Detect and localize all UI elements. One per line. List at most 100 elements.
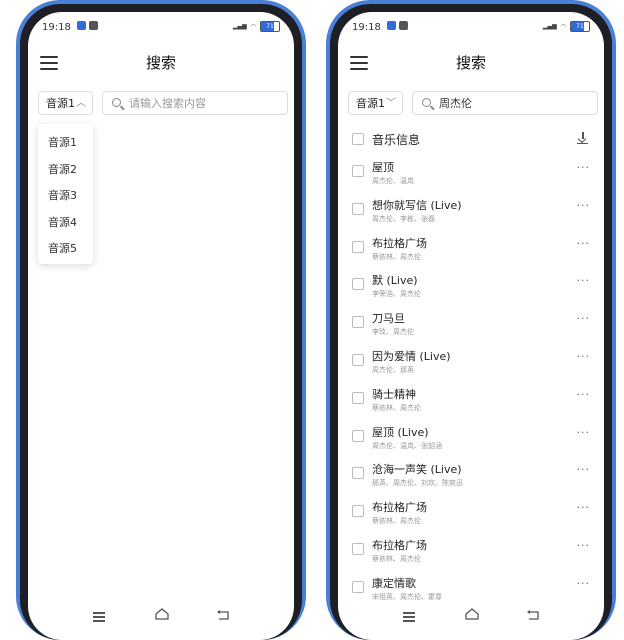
dropdown-option[interactable]: 音源4	[38, 210, 93, 237]
more-icon[interactable]: ···	[577, 161, 591, 174]
more-icon[interactable]: ···	[577, 463, 591, 476]
song-artist: 周杰伦、温岚、张韶涵	[372, 441, 442, 450]
more-icon[interactable]: ···	[577, 388, 591, 401]
song-row[interactable]: 布拉格广场 蔡依林、周杰伦 ···	[338, 535, 604, 571]
more-icon[interactable]: ···	[577, 312, 591, 325]
song-title: 刀马旦	[372, 312, 405, 326]
screen-left: 19:18 ▂▄▆ ◠ 71 搜索 音源1 ︿ 请输入搜索内容 音源1 音源2 …	[28, 12, 294, 640]
song-checkbox[interactable]	[352, 543, 364, 555]
dropdown-option[interactable]: 音源3	[38, 183, 93, 210]
more-icon[interactable]: ···	[577, 539, 591, 552]
song-artist: 周杰伦、那英	[372, 366, 414, 374]
app-notification-icon	[77, 21, 86, 30]
battery-level: 71	[266, 23, 274, 30]
nav-back-icon[interactable]	[216, 610, 230, 620]
song-artist: 那英、周杰伦、刘欢、陈奕迅	[372, 479, 463, 488]
song-artist: 蔡依林、周杰伦	[372, 403, 421, 412]
song-checkbox[interactable]	[352, 505, 364, 518]
list-header: 音乐信息	[338, 130, 604, 150]
phone-left: 19:18 ▂▄▆ ◠ 71 搜索 音源1 ︿ 请输入搜索内容 音源1 音源2 …	[16, 0, 306, 640]
song-row[interactable]: 因为爱情 (Live) 周杰伦、那英 ···	[338, 346, 604, 382]
song-checkbox[interactable]	[352, 467, 364, 480]
battery-icon: 71	[570, 21, 590, 32]
song-checkbox[interactable]	[352, 165, 364, 177]
dropdown-option[interactable]: 音源1	[38, 130, 93, 157]
song-title: 布拉格广场	[372, 539, 427, 552]
dropdown-option[interactable]: 音源5	[38, 236, 93, 263]
system-nav-bar	[28, 608, 294, 628]
source-select-value: 音源1	[46, 97, 75, 110]
nav-menu-icon[interactable]	[93, 612, 105, 624]
song-artist: 周杰伦、温岚	[372, 177, 414, 185]
song-artist: 蔡依林、周杰伦	[372, 252, 421, 261]
status-right: ▂▄▆ ◠ 71	[233, 21, 280, 32]
phone-bezel: 19:18 ▂▄▆ ◠ 71 搜索 音源	[330, 4, 612, 640]
nav-home-icon[interactable]	[154, 608, 170, 620]
song-title: 布拉格广场	[372, 236, 427, 250]
wifi-icon: ◠	[560, 23, 566, 30]
app-notification-icon	[387, 21, 396, 30]
song-title: 屋顶	[372, 161, 394, 174]
song-row[interactable]: 骑士精神蔡依林、周杰伦 ···	[338, 384, 604, 420]
song-title: 想你就写信 (Live)	[372, 198, 462, 212]
more-icon[interactable]: ···	[577, 274, 591, 287]
song-row[interactable]: 屋顶周杰伦、温岚 ···	[338, 157, 604, 193]
more-icon[interactable]: ···	[577, 199, 591, 212]
app-notification-icon	[89, 21, 98, 30]
search-input[interactable]: 周杰伦	[412, 91, 598, 115]
app-bar: 搜索	[28, 50, 294, 80]
search-value: 周杰伦	[439, 97, 472, 110]
more-icon[interactable]: ···	[577, 426, 591, 439]
screen-right: 19:18 ▂▄▆ ◠ 71 搜索 音源1 ﹀ 周杰伦 音乐信息 屋顶 周杰伦、…	[338, 12, 604, 640]
song-row[interactable]: 默 (Live) 李荣浩、周杰伦 ···	[338, 270, 604, 306]
notification-icons	[77, 21, 98, 30]
song-checkbox[interactable]	[352, 354, 364, 366]
song-row[interactable]: 想你就写信 (Live) 周杰伦、李栋、张磊 ···	[338, 195, 604, 231]
page-title: 搜索	[145, 54, 176, 72]
list-header-label: 音乐信息	[372, 133, 421, 147]
song-checkbox[interactable]	[352, 580, 364, 593]
song-checkbox[interactable]	[352, 240, 364, 253]
more-icon[interactable]: ···	[577, 501, 591, 514]
song-row[interactable]: 沧海一声笑 (Live) 那英、周杰伦、刘欢、陈奕迅 ···	[338, 459, 604, 495]
app-notification-icon	[399, 21, 408, 30]
song-title: 布拉格广场	[372, 501, 427, 515]
signal-icon: ▂▄▆	[542, 23, 557, 30]
download-icon[interactable]	[577, 132, 588, 144]
select-all-checkbox[interactable]	[352, 133, 364, 145]
app-bar: 搜索	[338, 50, 604, 80]
song-title: 默 (Live)	[372, 274, 418, 288]
source-select[interactable]: 音源1 ﹀	[348, 91, 403, 115]
phone-bezel: 19:18 ▂▄▆ ◠ 71 搜索 音源	[20, 4, 302, 640]
source-dropdown: 音源1 音源2 音源3 音源4 音源5	[38, 124, 93, 264]
wifi-icon: ◠	[250, 23, 256, 30]
phone-right: 19:18 ▂▄▆ ◠ 71 搜索 音源1 ﹀ 周杰伦 音乐信息 屋顶 周杰伦、…	[326, 0, 616, 640]
song-checkbox[interactable]	[352, 202, 364, 215]
song-row[interactable]: 布拉格广场蔡依林、周杰伦 ···	[338, 497, 604, 533]
song-title: 骑士精神	[372, 387, 416, 401]
chevron-down-icon: ﹀	[386, 98, 396, 109]
song-row[interactable]: 屋顶 (Live) 周杰伦、温岚、张韶涵 ···	[338, 422, 604, 458]
song-checkbox[interactable]	[352, 278, 364, 291]
search-input[interactable]: 请输入搜索内容	[102, 91, 288, 115]
nav-menu-icon[interactable]	[403, 612, 415, 624]
signal-icon: ▂▄▆	[232, 23, 247, 30]
song-row[interactable]: 布拉格广场蔡依林、周杰伦 ···	[338, 233, 604, 269]
song-artist: 蔡依林、周杰伦	[372, 517, 421, 526]
dropdown-option[interactable]: 音源2	[38, 157, 93, 184]
status-time: 19:18	[352, 22, 381, 33]
source-select[interactable]: 音源1 ︿	[38, 91, 93, 115]
song-checkbox[interactable]	[352, 316, 364, 329]
song-row[interactable]: 刀马旦 李玟、周杰伦 ···	[338, 308, 604, 344]
nav-home-icon[interactable]	[464, 608, 480, 620]
more-icon[interactable]: ···	[577, 350, 591, 363]
more-icon[interactable]: ···	[577, 237, 591, 250]
nav-back-icon[interactable]	[526, 610, 540, 620]
song-checkbox[interactable]	[352, 429, 364, 442]
battery-level: 71	[576, 23, 584, 30]
chevron-up-icon: ︿	[76, 98, 86, 109]
song-checkbox[interactable]	[352, 391, 364, 404]
more-icon[interactable]: ···	[577, 577, 591, 590]
status-bar: 19:18 ▂▄▆ ◠ 71	[338, 12, 604, 38]
song-row[interactable]: 康定情歌 宋祖英、周杰伦、霍尊 ···	[338, 573, 604, 609]
